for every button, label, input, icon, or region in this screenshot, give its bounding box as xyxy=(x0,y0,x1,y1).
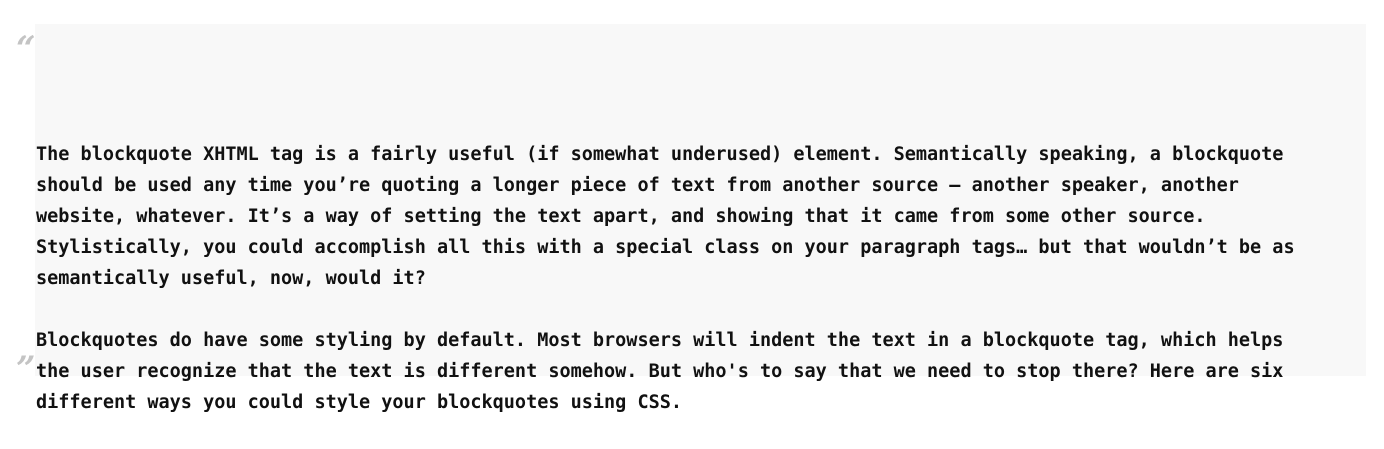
blockquote-paragraph-2: Blockquotes do have some styling by defa… xyxy=(36,325,1356,418)
paragraph-line: the user recognize that the text is diff… xyxy=(36,361,1284,382)
paragraph-line: semantically useful, now, would it? xyxy=(36,268,426,289)
paragraph-line: website, whatever. It’s a way of setting… xyxy=(36,206,1206,227)
blockquote-text: The blockquote XHTML tag is a fairly use… xyxy=(36,77,1356,449)
paragraph-line: Stylistically, you could accomplish all … xyxy=(36,237,1295,258)
paragraph-line: The blockquote XHTML tag is a fairly use… xyxy=(36,144,1284,165)
paragraph-line: should be used any time you’re quoting a… xyxy=(36,175,1239,196)
close-quote-icon: ” xyxy=(16,349,36,389)
paragraph-line: Blockquotes do have some styling by defa… xyxy=(36,330,1284,351)
blockquote-paragraph-1: The blockquote XHTML tag is a fairly use… xyxy=(36,139,1356,294)
paragraph-line: different ways you could style your bloc… xyxy=(36,392,683,413)
open-quote-icon: “ xyxy=(16,29,36,69)
